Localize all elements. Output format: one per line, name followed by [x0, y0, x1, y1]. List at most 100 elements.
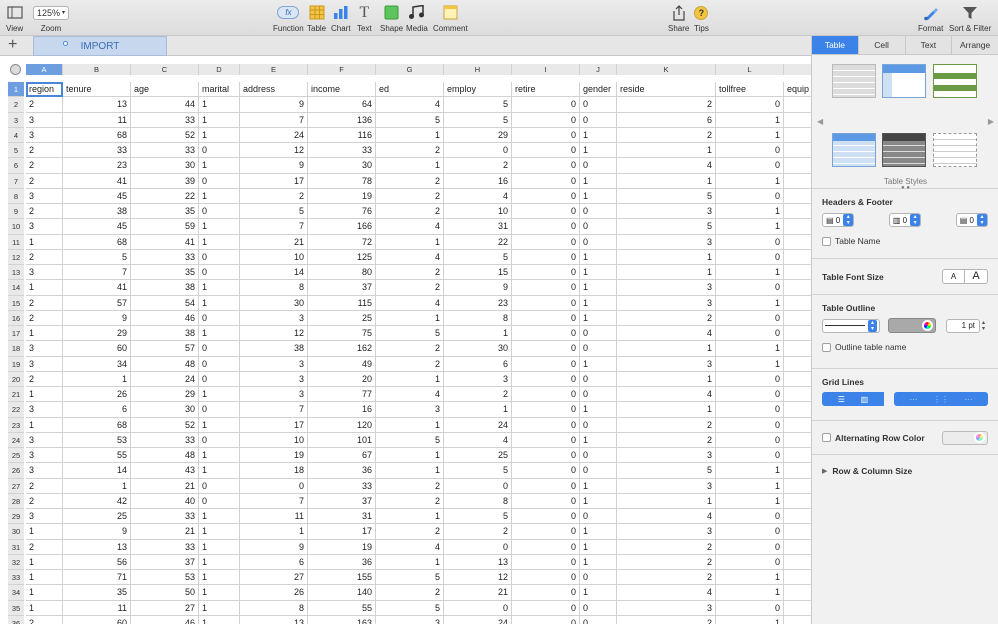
- table-cell[interactable]: 1: [580, 356, 617, 372]
- column-header[interactable]: F: [308, 64, 376, 75]
- grid-lines-header-button[interactable]: ☰ ▥: [822, 392, 884, 406]
- row-number[interactable]: 13: [8, 265, 24, 281]
- tab-text[interactable]: Text: [906, 36, 953, 54]
- table-cell[interactable]: [784, 311, 811, 326]
- table-cell[interactable]: 3: [240, 310, 308, 326]
- table-cell[interactable]: 1: [199, 463, 240, 479]
- table-cell[interactable]: 22: [444, 234, 512, 250]
- table-cell[interactable]: 0: [512, 234, 580, 250]
- table-cell[interactable]: 0: [512, 219, 580, 235]
- table-cell[interactable]: 0: [580, 112, 617, 128]
- table-cell[interactable]: 0: [512, 265, 580, 281]
- table-cell[interactable]: [784, 235, 811, 250]
- table-cell[interactable]: [784, 616, 811, 624]
- row-column-size-section[interactable]: ▶ Row & Column Size: [812, 455, 998, 487]
- table-cell[interactable]: 1: [617, 173, 716, 189]
- table-cell[interactable]: 48: [131, 448, 199, 464]
- table-cell[interactable]: 2: [376, 341, 444, 357]
- table-cell[interactable]: 33: [308, 143, 376, 159]
- table-cell[interactable]: [784, 433, 811, 448]
- table-cell[interactable]: 3: [240, 387, 308, 403]
- table-cell[interactable]: 57: [131, 341, 199, 357]
- table-cell[interactable]: 80: [308, 265, 376, 281]
- table-cell[interactable]: 0: [512, 204, 580, 220]
- table-cell[interactable]: 0: [716, 97, 784, 113]
- table-cell[interactable]: 5: [376, 112, 444, 128]
- table-cell[interactable]: 0: [199, 143, 240, 159]
- header-columns-stepper[interactable]: ▥ 0 ▴ ▾: [888, 213, 922, 227]
- table-cell[interactable]: 2: [26, 478, 63, 494]
- table-cell[interactable]: 1: [580, 265, 617, 281]
- table-cell[interactable]: 21: [444, 585, 512, 601]
- table-cell[interactable]: [784, 158, 811, 174]
- row-number[interactable]: 17: [8, 326, 24, 342]
- header-cell[interactable]: retire: [512, 82, 580, 98]
- table-cell[interactable]: 140: [308, 585, 376, 601]
- table-cell[interactable]: 0: [716, 234, 784, 250]
- table-cell[interactable]: 1: [716, 570, 784, 586]
- table-cell[interactable]: 4: [617, 387, 716, 403]
- table-cell[interactable]: 0: [512, 493, 580, 509]
- sheet-tab-import[interactable]: IMPORT: [33, 36, 167, 56]
- table-cell[interactable]: 2: [617, 127, 716, 143]
- table-cell[interactable]: 4: [617, 326, 716, 342]
- table-cell[interactable]: 35: [63, 585, 131, 601]
- table-cell[interactable]: 8: [240, 280, 308, 296]
- table-cell[interactable]: 5: [444, 97, 512, 113]
- table-cell[interactable]: 1: [580, 280, 617, 296]
- table-cell[interactable]: 1: [716, 295, 784, 311]
- table-cell[interactable]: 38: [131, 326, 199, 342]
- table-cell[interactable]: 19: [240, 448, 308, 464]
- media-button[interactable]: Media: [406, 3, 428, 33]
- column-header[interactable]: B: [63, 64, 131, 75]
- table-cell[interactable]: 2: [26, 371, 63, 387]
- table-cell[interactable]: 5: [376, 326, 444, 342]
- table-cell[interactable]: 1: [63, 478, 131, 494]
- comment-button[interactable]: Comment: [433, 3, 468, 33]
- table-cell[interactable]: [784, 204, 811, 220]
- table-cell[interactable]: 24: [444, 417, 512, 433]
- row-number[interactable]: 30: [8, 524, 24, 540]
- table-cell[interactable]: 0: [580, 387, 617, 403]
- table-cell[interactable]: 12: [240, 326, 308, 342]
- table-cell[interactable]: 2: [26, 143, 63, 159]
- table-cell[interactable]: 3: [26, 509, 63, 525]
- table-cell[interactable]: 30: [240, 295, 308, 311]
- table-cell[interactable]: 2: [26, 158, 63, 174]
- column-header[interactable]: [784, 64, 811, 75]
- table-cell[interactable]: 1: [26, 280, 63, 296]
- table-cell[interactable]: 3: [26, 402, 63, 418]
- table-cell[interactable]: 1: [199, 295, 240, 311]
- table-cell[interactable]: 1: [199, 524, 240, 540]
- table-cell[interactable]: 3: [444, 371, 512, 387]
- table-cell[interactable]: 9: [444, 280, 512, 296]
- table-cell[interactable]: 0: [512, 280, 580, 296]
- table-cell[interactable]: 4: [376, 295, 444, 311]
- header-cell[interactable]: marital: [199, 82, 240, 98]
- table-cell[interactable]: [784, 357, 811, 372]
- table-cell[interactable]: 2: [26, 539, 63, 555]
- table-cell[interactable]: 2: [617, 615, 716, 624]
- cell-resize-handle[interactable]: [63, 41, 68, 46]
- table-cell[interactable]: 1: [199, 219, 240, 235]
- stepper-arrows-icon[interactable]: ▴ ▾: [982, 320, 985, 332]
- table-cell[interactable]: 1: [580, 585, 617, 601]
- table-cell[interactable]: 0: [716, 448, 784, 464]
- table-cell[interactable]: 0: [199, 204, 240, 220]
- table-cell[interactable]: 16: [444, 173, 512, 189]
- table-style-4[interactable]: [832, 133, 876, 167]
- header-cell[interactable]: equip: [784, 82, 811, 98]
- table-cell[interactable]: 4: [376, 387, 444, 403]
- table-cell[interactable]: 30: [131, 158, 199, 174]
- table-cell[interactable]: 4: [444, 432, 512, 448]
- table-cell[interactable]: 0: [580, 97, 617, 113]
- table-cell[interactable]: 10: [240, 432, 308, 448]
- table-cell[interactable]: 13: [444, 554, 512, 570]
- table-cell[interactable]: 1: [199, 234, 240, 250]
- table-cell[interactable]: 1: [26, 524, 63, 540]
- table-cell[interactable]: 14: [63, 463, 131, 479]
- table-cell[interactable]: 0: [716, 554, 784, 570]
- table-cell[interactable]: 59: [131, 219, 199, 235]
- table-cell[interactable]: 0: [580, 371, 617, 387]
- table-cell[interactable]: 31: [308, 509, 376, 525]
